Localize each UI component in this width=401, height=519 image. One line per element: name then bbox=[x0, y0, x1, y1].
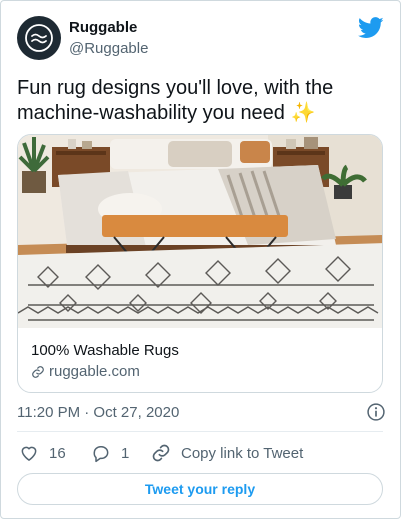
link-icon bbox=[32, 365, 44, 378]
divider bbox=[17, 431, 383, 432]
link-icon bbox=[152, 444, 170, 462]
ruggable-logo-icon bbox=[25, 24, 53, 52]
author-name[interactable]: Ruggable bbox=[69, 19, 137, 36]
link-domain-row: ruggable.com bbox=[31, 363, 140, 380]
tweet-card: Ruggable @Ruggable Fun rug designs you'l… bbox=[0, 0, 401, 519]
heart-icon bbox=[21, 446, 37, 461]
copy-link-label: Copy link to Tweet bbox=[181, 444, 304, 462]
twitter-bird-icon[interactable] bbox=[358, 17, 384, 39]
tweet-your-reply-button[interactable]: Tweet your reply bbox=[17, 473, 383, 505]
reply-bubble-icon bbox=[93, 446, 109, 463]
bedroom-rug-photo bbox=[18, 135, 382, 328]
reply-count: 1 bbox=[121, 444, 130, 462]
link-domain: ruggable.com bbox=[49, 363, 140, 380]
tweet-text: Fun rug designs you'll love, with the ma… bbox=[17, 77, 334, 124]
tweet-timestamp[interactable]: 11:20 PM · Oct 27, 2020 bbox=[17, 404, 179, 421]
like-count: 16 bbox=[49, 444, 66, 462]
copy-link-button[interactable]: Copy link to Tweet bbox=[151, 443, 303, 463]
like-button[interactable]: 16 bbox=[19, 443, 66, 463]
link-preview-card[interactable]: 100% Washable Rugs ruggable.com bbox=[17, 134, 383, 393]
info-icon[interactable] bbox=[366, 402, 386, 422]
avatar[interactable] bbox=[17, 16, 61, 60]
author-handle[interactable]: @Ruggable bbox=[69, 40, 148, 57]
reply-button[interactable]: 1 bbox=[91, 443, 129, 463]
link-title: 100% Washable Rugs bbox=[31, 342, 179, 359]
